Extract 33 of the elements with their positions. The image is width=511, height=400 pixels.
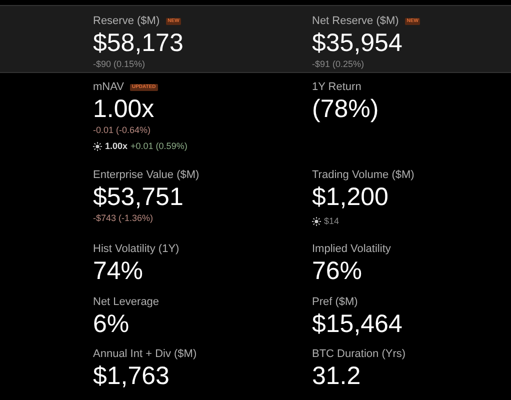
metric-value: $58,173 [93,28,184,58]
change-text: -0.01 (-0.64%) [93,124,152,137]
metric-value: 76% [312,256,364,286]
extended-value: 1.00x [105,140,128,152]
metric-value: $1,200 [312,182,390,212]
metric-label: Enterprise Value ($M) [93,169,200,182]
extended-change: $14 [324,215,340,227]
metric-label: Net Leverage [93,296,160,309]
metric-value: $35,954 [312,28,404,58]
sun-icon [93,142,102,150]
metric-label: Implied Volatility [312,243,391,256]
change-text: -$90 (0.15%) [93,58,146,71]
metric-value: $1,763 [93,361,170,391]
metric-value: 6% [93,309,130,339]
metric-label: Trading Volume ($M) [312,169,414,182]
metric-label: Annual Int + Div ($M) [93,348,197,361]
metric-label: Net Reserve ($M) [312,15,399,28]
change-text: -$743 (-1.36%) [93,212,154,225]
metric-value: 74% [93,256,144,286]
metric-label: Hist Volatility (1Y) [93,243,180,256]
metric-value: 31.2 [312,361,362,391]
change-text: -$91 (0.25%) [312,58,366,71]
metric-value: 1.00x [93,94,156,124]
metric-label: BTC Duration (Yrs) [312,348,406,361]
metric-label: 1Y Return [312,81,362,94]
extended-change: +0.01 (0.59%) [130,140,188,152]
metric-value: $53,751 [93,182,184,212]
metric-label: mNAV [93,81,124,94]
metric-value: $15,464 [312,309,404,339]
metric-value: (78%) [312,94,380,124]
metric-label: Pref ($M) [312,296,358,309]
sun-icon [312,216,321,226]
metric-label: Reserve ($M) [93,15,160,28]
